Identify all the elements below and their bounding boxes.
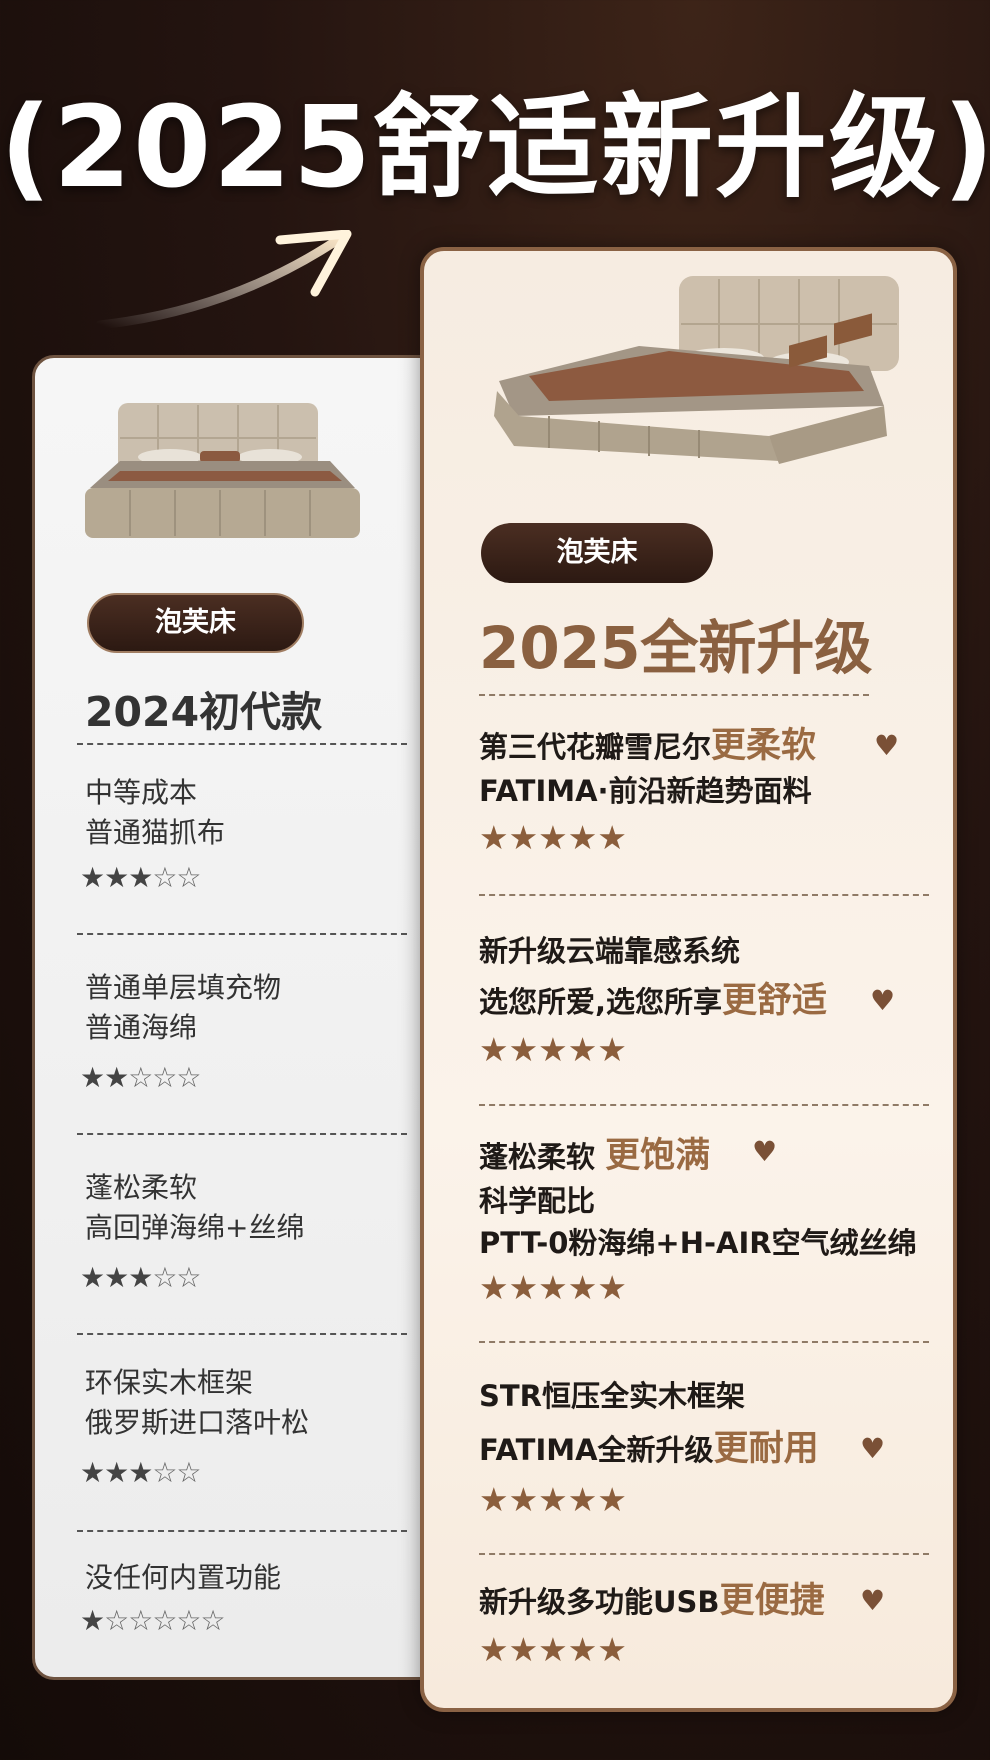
feature-line: FATIMA全新升级更耐用	[479, 1429, 819, 1469]
highlight-text: 更饱满	[605, 1136, 711, 1176]
feature-line: 科学配比	[479, 1184, 596, 1218]
divider	[479, 1341, 929, 1343]
highlight-text: 更柔软	[711, 726, 817, 766]
divider	[77, 933, 407, 935]
divider	[479, 1553, 929, 1555]
highlight-text: 更耐用	[713, 1429, 819, 1469]
feature-line: FATIMA·前沿新趋势面料	[479, 774, 812, 808]
heart-icon: ♥	[860, 1432, 886, 1465]
bed-2024-image	[85, 403, 360, 538]
feature-line: 新升级多功能USB更便捷	[479, 1581, 825, 1621]
highlight-text: 更舒适	[722, 981, 828, 1021]
feature-line: 中等成本	[85, 776, 198, 809]
feature-line: 蓬松柔软	[85, 1171, 198, 1204]
divider	[479, 894, 929, 896]
model-heading: 2024初代款	[85, 688, 323, 736]
heart-icon: ♥	[860, 1584, 886, 1617]
tag-pill: 泡芙床	[87, 593, 304, 653]
heart-icon: ♥	[874, 729, 900, 762]
page-title: (2025舒适新升级)	[0, 83, 990, 213]
feature-line: 第三代花瓣雪尼尔更柔软	[479, 726, 817, 766]
feature-line: 普通单层填充物	[85, 971, 282, 1004]
feature-line: STR恒压全实木框架	[479, 1379, 745, 1413]
feature-line: 普通海绵	[85, 1011, 198, 1044]
bed-2025-image	[494, 276, 899, 464]
rating-stars: ★★★☆☆	[80, 1261, 202, 1294]
divider	[479, 694, 869, 696]
rating-stars: ★★☆☆☆	[80, 1061, 202, 1094]
rating-stars: ★★★★★	[479, 1268, 627, 1307]
feature-line: 选您所爱,选您所享更舒适	[479, 981, 828, 1021]
divider	[479, 1104, 929, 1106]
rating-stars: ★★★☆☆	[80, 1456, 202, 1489]
feature-line: 俄罗斯进口落叶松	[85, 1406, 310, 1439]
card-2024: 泡芙床 2024初代款 中等成本 普通猫抓布 ★★★☆☆ 普通单层填充物 普通海…	[32, 355, 447, 1680]
feature-line: 环保实木框架	[85, 1366, 254, 1399]
highlight-text: 更便捷	[719, 1581, 825, 1621]
feature-line: PTT-0粉海绵+H-AIR空气绒丝绵	[479, 1226, 917, 1260]
heart-icon: ♥	[752, 1135, 778, 1168]
heart-icon: ♥	[870, 984, 896, 1017]
feature-line: 高回弹海绵+丝绵	[85, 1211, 305, 1244]
divider	[77, 1133, 407, 1135]
rating-stars: ★★★★★	[479, 818, 627, 857]
arrow-icon	[95, 230, 352, 330]
rating-stars: ★★★☆☆	[80, 861, 202, 894]
rating-stars: ★★★★★	[479, 1630, 627, 1669]
model-heading: 2025全新升级	[479, 614, 873, 682]
card-2025: 泡芙床 2025全新升级 第三代花瓣雪尼尔更柔软 ♥ FATIMA·前沿新趋势面…	[420, 247, 957, 1712]
rating-stars: ★★★★★	[479, 1030, 627, 1069]
divider	[77, 1333, 407, 1335]
rating-stars: ★★★★★	[479, 1480, 627, 1519]
divider	[77, 1530, 407, 1532]
divider	[77, 743, 407, 745]
feature-line: 普通猫抓布	[85, 816, 226, 849]
rating-stars: ★☆☆☆☆☆	[80, 1604, 226, 1637]
feature-line: 新升级云端靠感系统	[479, 934, 741, 968]
feature-line: 没任何内置功能	[85, 1561, 282, 1594]
feature-line: 蓬松柔软 更饱满	[479, 1136, 711, 1176]
tag-pill: 泡芙床	[481, 523, 713, 583]
